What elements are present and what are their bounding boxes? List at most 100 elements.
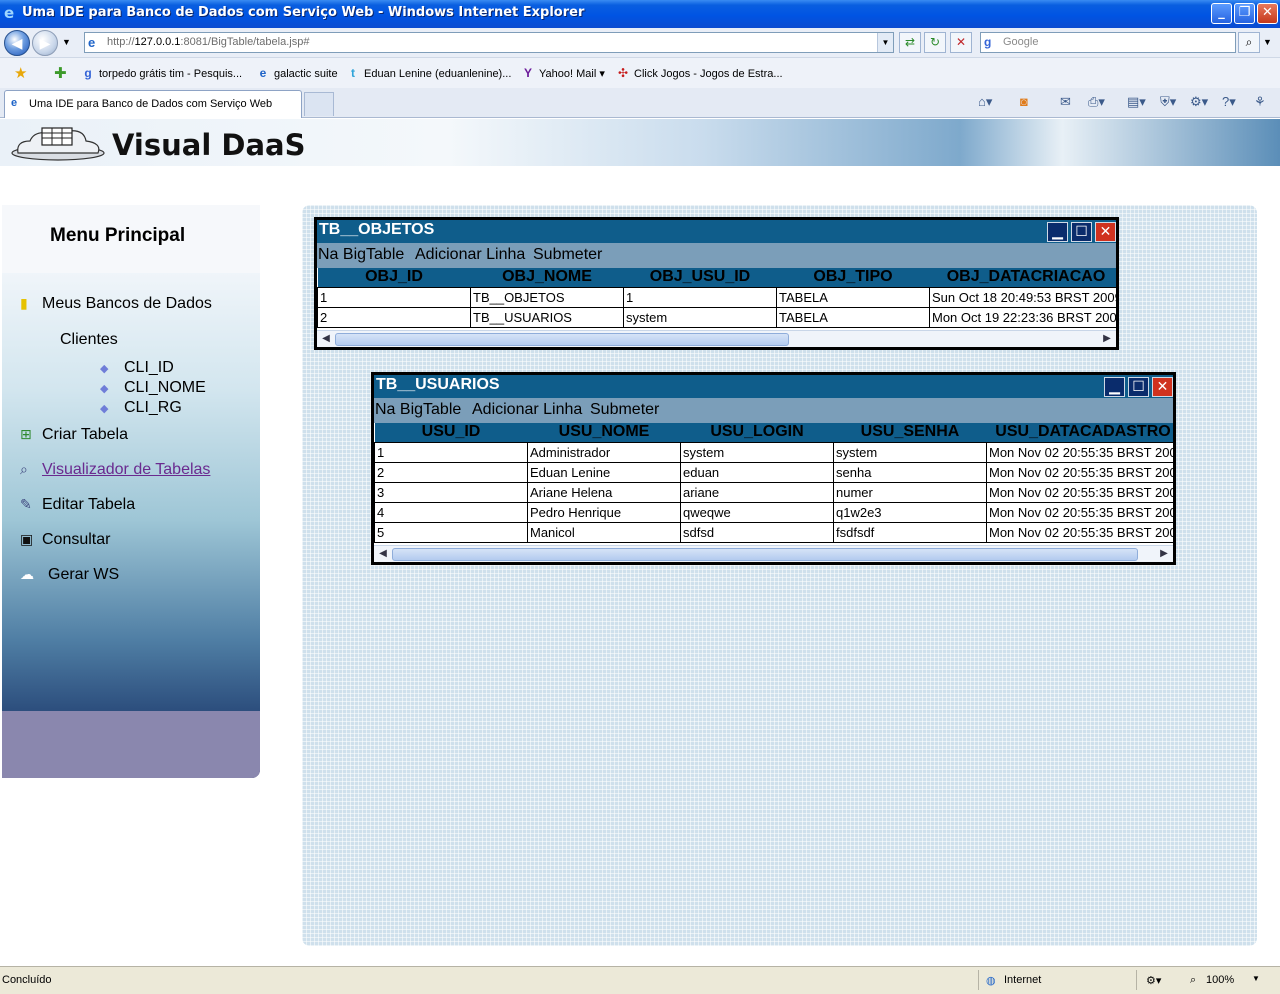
menu-submeter[interactable]: Submeter <box>533 246 602 264</box>
sidebar-column-item[interactable]: ◆ CLI_ID <box>100 359 174 377</box>
sidebar-item-databases[interactable]: ▮ Meus Bancos de Dados <box>20 295 212 313</box>
horizontal-scrollbar[interactable]: ◀ ▶ <box>317 330 1116 347</box>
sidebar-table-clientes[interactable]: Clientes <box>60 331 118 349</box>
column-header[interactable]: USU_LOGIN <box>680 423 834 442</box>
sidebar-item-label[interactable]: Visualizador de Tabelas <box>42 461 210 478</box>
table-cell[interactable]: senha <box>833 461 987 483</box>
horizontal-scrollbar[interactable]: ◀ ▶ <box>374 545 1173 562</box>
table-cell[interactable]: 2 <box>317 306 471 328</box>
back-button[interactable]: ◀ <box>4 30 30 56</box>
maximize-icon[interactable]: ☐ <box>1071 222 1092 242</box>
favorite-link-0[interactable]: g torpedo grátis tim - Pesquis... <box>80 66 242 80</box>
table-cell[interactable]: TB__USUARIOS <box>470 306 624 328</box>
table-cell[interactable]: sdfsd <box>680 521 834 543</box>
sidebar-item-editar-tabela[interactable]: ✎ Editar Tabela <box>20 496 135 514</box>
favorite-link-2[interactable]: t Eduan Lenine (eduanlenine)... <box>345 66 511 80</box>
table-cell[interactable]: Pedro Henrique <box>527 501 681 523</box>
column-header[interactable]: OBJ_DATACRIACAO <box>929 268 1116 287</box>
sidebar-item-criar-tabela[interactable]: ⊞ Criar Tabela <box>20 426 128 444</box>
protected-mode-icon[interactable]: ⚙▾ <box>1146 974 1161 987</box>
table-row[interactable]: 1 TB__OBJETOS 1 TABELA Sun Oct 18 20:49:53 B… <box>317 286 1116 308</box>
column-header[interactable]: OBJ_USU_ID <box>623 268 777 287</box>
search-icon[interactable]: ⌕ <box>1238 32 1260 53</box>
table-cell[interactable]: 4 <box>374 501 528 523</box>
column-header[interactable]: OBJ_TIPO <box>776 268 930 287</box>
scroll-right-icon[interactable]: ▶ <box>1157 547 1171 561</box>
table-cell[interactable]: Ariane Helena <box>527 481 681 503</box>
tools-gear-icon[interactable]: ⚙▾ <box>1190 94 1208 110</box>
sidebar-item-consultar[interactable]: ▣ Consultar <box>20 531 110 549</box>
feeds-icon[interactable]: ◙ <box>1020 94 1028 109</box>
table-cell[interactable]: Mon Nov 02 20:55:35 BRST 2009 <box>986 441 1173 463</box>
table-cell[interactable]: ariane <box>680 481 834 503</box>
history-dropdown-icon[interactable]: ▼ <box>62 37 71 47</box>
table-row[interactable]: 1 Administrador system system Mon Nov 02 20:… <box>374 441 1173 463</box>
table-cell[interactable]: Mon Nov 02 20:55:35 BRST 2009 <box>986 461 1173 483</box>
table-cell[interactable]: Mon Oct 19 22:23:36 BRST 2009 <box>929 306 1116 328</box>
research-icon[interactable]: ⚘ <box>1254 94 1266 110</box>
minimize-icon[interactable]: ▁ <box>1104 377 1125 397</box>
scroll-left-icon[interactable]: ◀ <box>376 547 390 561</box>
table-cell[interactable]: numer <box>833 481 987 503</box>
table-cell[interactable]: Manicol <box>527 521 681 543</box>
column-header[interactable]: USU_ID <box>374 423 528 442</box>
favorite-link-1[interactable]: e galactic suite <box>255 66 338 80</box>
scroll-right-icon[interactable]: ▶ <box>1100 332 1114 346</box>
table-window-objetos[interactable]: TB__OBJETOS ▁ ☐ ✕ Na BigTable Adicionar … <box>314 217 1119 350</box>
favorite-link-3[interactable]: Y Yahoo! Mail ▾ <box>520 66 605 80</box>
table-cell[interactable]: 1 <box>623 286 777 308</box>
table-cell[interactable]: Sun Oct 18 20:49:53 BRST 2009 <box>929 286 1116 308</box>
menu-adicionar-linha[interactable]: Adicionar Linha <box>472 401 582 419</box>
table-cell[interactable]: 1 <box>374 441 528 463</box>
address-dropdown-icon[interactable]: ▼ <box>877 33 893 52</box>
table-row[interactable]: 5 Manicol sdfsd fsdfsdf Mon Nov 02 20:55:35 … <box>374 521 1173 543</box>
zoom-dropdown-icon[interactable]: ▼ <box>1252 974 1260 983</box>
search-options-icon[interactable]: ▼ <box>1263 37 1272 47</box>
zoom-level[interactable]: 100% <box>1206 974 1234 986</box>
table-cell[interactable]: Administrador <box>527 441 681 463</box>
close-icon[interactable]: ✕ <box>1152 377 1173 397</box>
sidebar-column-item[interactable]: ◆ CLI_RG <box>100 399 182 417</box>
menu-na-bigtable[interactable]: Na BigTable <box>375 401 461 419</box>
table-cell[interactable]: TABELA <box>776 286 930 308</box>
table-cell[interactable]: qweqwe <box>680 501 834 523</box>
safety-icon[interactable]: ⛨▾ <box>1160 94 1176 110</box>
table-cell[interactable]: eduan <box>680 461 834 483</box>
window-titlebar[interactable]: TB__OBJETOS ▁ ☐ ✕ <box>317 220 1116 243</box>
table-cell[interactable]: Mon Nov 02 20:55:35 BRST 2009 <box>986 481 1173 503</box>
help-icon[interactable]: ?▾ <box>1222 94 1236 110</box>
window-titlebar[interactable]: TB__USUARIOS ▁ ☐ ✕ <box>374 375 1173 398</box>
stop-icon[interactable]: ✕ <box>950 32 972 53</box>
column-header[interactable]: OBJ_NOME <box>470 268 624 287</box>
table-row[interactable]: 2 TB__USUARIOS system TABELA Mon Oct 19 22:2… <box>317 306 1116 328</box>
mail-icon[interactable]: ✉ <box>1060 94 1071 110</box>
table-cell[interactable]: 5 <box>374 521 528 543</box>
table-row[interactable]: 4 Pedro Henrique qweqwe q1w2e3 Mon Nov 02 20… <box>374 501 1173 523</box>
table-cell[interactable]: 2 <box>374 461 528 483</box>
column-header[interactable]: OBJ_ID <box>317 268 471 287</box>
table-cell[interactable]: Eduan Lenine <box>527 461 681 483</box>
address-bar[interactable]: e http://127.0.0.1:8081/BigTable/tabela.… <box>84 32 894 53</box>
column-header[interactable]: USU_NOME <box>527 423 681 442</box>
sidebar-column-item[interactable]: ◆ CLI_NOME <box>100 379 206 397</box>
print-icon[interactable]: ⎙▾ <box>1088 94 1105 110</box>
table-cell[interactable]: 1 <box>317 286 471 308</box>
home-icon[interactable]: ⌂▾ <box>978 94 992 110</box>
table-cell[interactable]: Mon Nov 02 20:55:35 BRST 2009 <box>986 501 1173 523</box>
minimize-icon[interactable]: ▁ <box>1047 222 1068 242</box>
restore-button[interactable]: ❐ <box>1234 3 1255 24</box>
column-header[interactable]: USU_SENHA <box>833 423 987 442</box>
page-menu-icon[interactable]: ▤▾ <box>1127 94 1146 110</box>
table-cell[interactable]: 3 <box>374 481 528 503</box>
menu-na-bigtable[interactable]: Na BigTable <box>318 246 404 264</box>
column-header[interactable]: USU_DATACADASTRO <box>986 423 1173 442</box>
minimize-button[interactable]: _ <box>1211 3 1232 24</box>
scroll-left-icon[interactable]: ◀ <box>319 332 333 346</box>
table-cell[interactable]: q1w2e3 <box>833 501 987 523</box>
forward-button[interactable]: ▶ <box>32 30 58 56</box>
table-cell[interactable]: Mon Nov 02 20:55:35 BRST 2009 <box>986 521 1173 543</box>
sidebar-item-visualizador[interactable]: ⌕ Visualizador de Tabelas <box>20 461 210 479</box>
menu-adicionar-linha[interactable]: Adicionar Linha <box>415 246 525 264</box>
scroll-thumb[interactable] <box>335 333 789 346</box>
sidebar-item-gerar-ws[interactable]: ☁ Gerar WS <box>20 566 119 584</box>
